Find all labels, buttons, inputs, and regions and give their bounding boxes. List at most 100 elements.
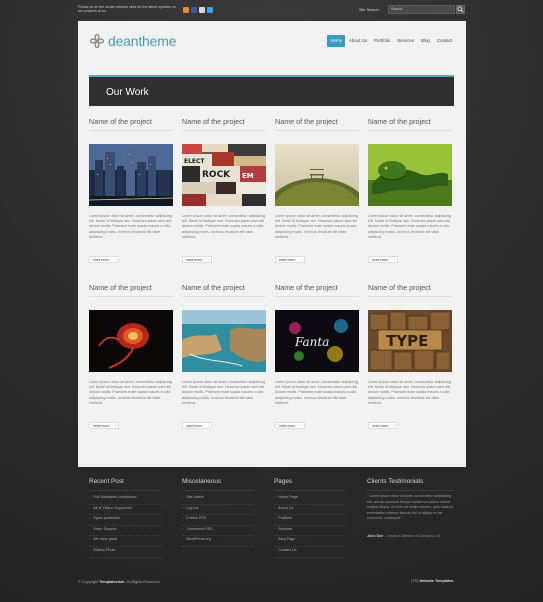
testimonial-quote: " Lorem ipsum dolor sit amet, consectetu… <box>367 494 453 521</box>
footer-link[interactable]: › Site Admin <box>182 494 254 505</box>
project-image-city-night[interactable] <box>89 144 173 206</box>
arrow-right-icon: › <box>300 257 302 262</box>
footer-link[interactable]: › Portfolio <box>274 515 346 526</box>
footer-link[interactable]: › Video Support <box>89 526 161 537</box>
read-more-button[interactable]: read more › <box>89 256 119 263</box>
read-more-label: read more <box>279 424 296 428</box>
read-more-button[interactable]: read more › <box>275 422 305 429</box>
arrow-right-icon: › <box>114 257 116 262</box>
footer-link[interactable]: › All of Yilaton Supported <box>89 505 161 516</box>
project-image-green-iguana[interactable] <box>368 144 452 206</box>
project-image-sea-cliffs[interactable] <box>182 310 266 372</box>
project-title[interactable]: Name of the project <box>275 284 359 297</box>
footer-heading: Pages <box>274 478 346 491</box>
testimonial-author: John Doe - Creative Director of Company … <box>367 533 441 538</box>
footer-link[interactable]: › Full Standards compliance <box>89 494 161 505</box>
footer-link[interactable]: › Home Page <box>274 494 346 505</box>
footer-recent-posts: Recent Post › Full Standards compliance ›… <box>89 478 161 558</box>
templates-link[interactable]: Website Templates <box>419 579 453 583</box>
search-input[interactable]: Search <box>388 5 455 14</box>
project-title[interactable]: Name of the project <box>275 118 359 131</box>
footer-link[interactable]: › About Us <box>274 505 346 516</box>
project-card: Name of the project Lorem ipsum dolor si… <box>275 118 359 263</box>
arrow-right-icon: › <box>207 423 209 428</box>
nav-contact[interactable]: Contact <box>434 35 455 47</box>
read-more-label: read more <box>186 258 203 262</box>
arrow-right-icon: › <box>207 257 209 262</box>
project-title[interactable]: Name of the project <box>368 118 452 131</box>
copyright: © Copyright Templatesdoll. All Rights Re… <box>78 580 160 584</box>
page-banner: Our Work <box>89 75 454 106</box>
svg-text:TYPE: TYPE <box>386 332 428 350</box>
footer-link[interactable]: › Gallery Photo <box>89 547 161 558</box>
facebook-icon[interactable] <box>191 7 197 13</box>
project-title[interactable]: Name of the project <box>368 284 452 297</box>
nav-about-us[interactable]: About Us <box>346 35 370 47</box>
project-description: Lorem ipsum dolor sit amet, consectetur … <box>89 214 173 239</box>
arrow-right-icon: › <box>114 423 116 428</box>
footer-link[interactable]: › We have great <box>89 536 161 547</box>
arrow-right-icon: › <box>300 423 302 428</box>
project-card: Name of the project Fanta Lorem ipsum do… <box>275 284 359 429</box>
project-card: Name of the project TYPE Lorem ipsum dol… <box>368 284 452 429</box>
nav-blog[interactable]: Blog <box>418 35 433 47</box>
main-nav: Home About Us Portfolio Services Blog Co… <box>327 35 455 47</box>
nav-services[interactable]: Services <box>394 35 417 47</box>
arrow-right-icon: › <box>393 257 395 262</box>
read-more-button[interactable]: read more › <box>89 422 119 429</box>
project-card: Name of the project Lorem ipsum dolor si… <box>368 118 452 263</box>
read-more-label: read more <box>279 258 296 262</box>
read-more-label: read more <box>93 424 110 428</box>
read-more-label: read more <box>93 258 110 262</box>
project-image-hill-bench[interactable] <box>275 144 359 206</box>
project-description: Lorem ipsum dolor sit amet, consectetur … <box>182 380 266 405</box>
footer-link[interactable]: › Blog Page <box>274 536 346 547</box>
nav-home[interactable]: Home <box>327 35 346 47</box>
svg-text:EM: EM <box>242 172 254 180</box>
footer-heading: Clients Testimonials <box>367 478 455 491</box>
footer-link[interactable]: › Entries RSS <box>182 515 254 526</box>
read-more-button[interactable]: read more › <box>182 256 212 263</box>
svg-text:Fanta: Fanta <box>294 335 329 349</box>
footer-miscellaneous: Miscelaneous › Site Admin › Log out › Entri… <box>182 478 254 547</box>
twitter-icon[interactable] <box>207 7 213 13</box>
project-title[interactable]: Name of the project <box>89 118 173 131</box>
email-icon[interactable] <box>199 7 205 13</box>
project-image-type-letters[interactable]: TYPE <box>368 310 452 372</box>
project-title[interactable]: Name of the project <box>182 118 266 131</box>
logo-text: deantheme <box>108 33 177 49</box>
project-card: Name of the project ROCK ELECT EM Lorem ip… <box>182 118 266 263</box>
footer-link[interactable]: › Services <box>274 526 346 537</box>
site-search-label: Site Search: <box>359 8 380 12</box>
copyright-brand[interactable]: Templatesdoll <box>99 580 124 584</box>
read-more-button[interactable]: read more › <box>368 256 398 263</box>
logo[interactable]: deantheme <box>89 33 176 49</box>
svg-text:ROCK: ROCK <box>202 170 231 180</box>
read-more-button[interactable]: read more › <box>368 422 398 429</box>
project-card: Name of the project Lorem ipsum dolor si… <box>89 118 173 263</box>
templates-credit: (TS) Website Templates <box>411 579 454 583</box>
read-more-label: read more <box>372 258 389 262</box>
read-more-button[interactable]: read more › <box>182 422 212 429</box>
footer-link[interactable]: › Log out <box>182 505 254 516</box>
footer-link[interactable]: › WordPress.org <box>182 536 254 547</box>
read-more-button[interactable]: read more › <box>275 256 305 263</box>
project-image-collage-words[interactable]: ROCK ELECT EM <box>182 144 266 206</box>
footer-link[interactable]: › Comments RSS <box>182 526 254 537</box>
project-title[interactable]: Name of the project <box>182 284 266 297</box>
top-bar: Follow us on the social network sites fo… <box>78 4 466 20</box>
project-image-fire-flower[interactable] <box>89 310 173 372</box>
rss-icon[interactable] <box>183 7 189 13</box>
project-description: Lorem ipsum dolor sit amet, consectetur … <box>89 380 173 405</box>
search-button[interactable] <box>456 5 465 14</box>
project-description: Lorem ipsum dolor sit amet, consectetur … <box>368 214 452 239</box>
svg-text:ELECT: ELECT <box>184 158 205 165</box>
footer-testimonials: Clients Testimonials " Lorem ipsum dolor… <box>367 478 455 538</box>
footer-link[interactable]: › Contact Us <box>274 547 346 558</box>
arrow-right-icon: › <box>393 423 395 428</box>
read-more-label: read more <box>186 424 203 428</box>
project-title[interactable]: Name of the project <box>89 284 173 297</box>
project-image-fantasy-text[interactable]: Fanta <box>275 310 359 372</box>
footer-link[interactable]: › Spam protection <box>89 515 161 526</box>
nav-portfolio[interactable]: Portfolio <box>371 35 393 47</box>
